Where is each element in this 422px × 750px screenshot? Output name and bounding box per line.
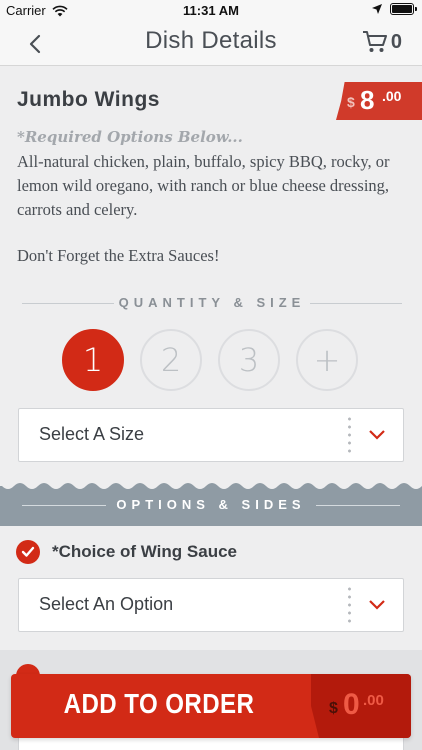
price-tag: $ 8 .00: [336, 82, 422, 120]
quantity-size-header: QUANTITY & SIZE: [22, 293, 402, 313]
wing-sauce-title: *Choice of Wing Sauce: [52, 542, 237, 561]
chevron-down-icon: [369, 430, 385, 440]
clock: 11:31 AM: [183, 3, 239, 18]
add-to-order-label: ADD TO ORDER: [63, 688, 255, 719]
order-total-whole: 0: [343, 688, 360, 721]
dotted-divider: [348, 415, 351, 457]
required-note: *Required Options Below...: [17, 128, 243, 146]
cart-icon: [362, 31, 387, 52]
size-select-value: Select A Size: [39, 424, 145, 444]
divider: [316, 505, 400, 506]
price-cents: .00: [382, 88, 402, 104]
price-currency: $: [347, 94, 355, 110]
extra-sauces-note: Don't Forget the Extra Sauces!: [17, 246, 220, 265]
wing-sauce-option: *Choice of Wing Sauce: [16, 540, 237, 564]
price-whole: 8: [360, 85, 375, 115]
status-bar: Carrier 11:31 AM: [0, 0, 422, 22]
quantity-option-3[interactable]: 3: [218, 329, 280, 391]
page-title: Dish Details: [145, 27, 277, 54]
options-sides-banner: OPTIONS & SIDES: [0, 482, 422, 526]
wing-sauce-select[interactable]: Select An Option: [18, 578, 404, 632]
wing-sauce-select-value: Select An Option: [39, 594, 174, 614]
status-right: [372, 3, 417, 15]
checkmark-icon: [16, 540, 40, 564]
dotted-divider: [348, 585, 351, 627]
cart-count: 0: [390, 30, 402, 53]
divider: [310, 303, 402, 304]
add-to-order-button[interactable]: ADD TO ORDER $ 0 .00: [11, 674, 411, 738]
quantity-option-2[interactable]: 2: [140, 329, 202, 391]
order-total: $ 0 .00: [311, 674, 411, 738]
battery-icon: [390, 3, 417, 15]
order-total-cents: .00: [363, 692, 384, 709]
location-icon: [372, 4, 382, 14]
nav-bar: Dish Details 0: [0, 22, 422, 66]
cart-button[interactable]: 0: [362, 30, 402, 54]
dish-name: Jumbo Wings: [17, 88, 160, 111]
order-total-currency: $: [329, 700, 338, 717]
wave-divider: [0, 482, 422, 489]
quantity-option-1[interactable]: 1: [62, 329, 124, 391]
dish-description: All-natural chicken, plain, buffalo, spi…: [17, 152, 390, 219]
size-select[interactable]: Select A Size: [18, 408, 404, 462]
quantity-more-button[interactable]: +: [296, 329, 358, 391]
chevron-down-icon: [369, 600, 385, 610]
quantity-selector: 1 2 3 +: [62, 329, 374, 391]
